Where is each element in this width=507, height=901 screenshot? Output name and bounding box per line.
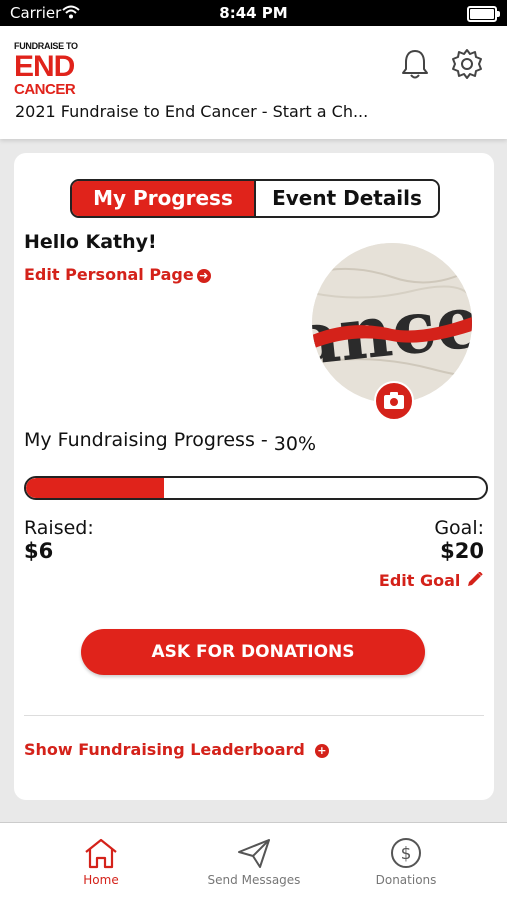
battery-icon: [467, 6, 500, 22]
dollar-icon: $: [391, 838, 421, 868]
tab-send-messages[interactable]: Send Messages: [194, 837, 314, 887]
logo-line-2: END: [14, 50, 75, 83]
tab-donations-label: Donations: [375, 873, 437, 887]
edit-goal-label: Edit Goal: [378, 571, 461, 590]
progress-bar-fill: [26, 478, 164, 498]
goal-label: Goal:: [434, 517, 484, 539]
plus-circle-icon: +: [314, 744, 329, 758]
tab-my-progress[interactable]: My Progress: [72, 181, 254, 216]
edit-personal-page-label: Edit Personal Page: [24, 265, 194, 284]
progress-bar: [24, 476, 488, 500]
camera-button[interactable]: [374, 381, 414, 421]
avatar[interactable]: ancet: [312, 243, 472, 403]
raised-amount: $6: [24, 539, 54, 563]
show-leaderboard-link[interactable]: Show Fundraising Leaderboard +: [24, 740, 329, 759]
svg-text:$: $: [401, 844, 412, 864]
edit-personal-page-link[interactable]: Edit Personal Page ➜: [24, 265, 211, 284]
progress-percent: 30%: [273, 433, 317, 455]
tab-event-details[interactable]: Event Details: [254, 181, 438, 216]
gear-icon[interactable]: [451, 48, 483, 80]
bottom-tab-bar: Home Send Messages $ Donations: [0, 822, 507, 901]
greeting: Hello Kathy!: [24, 231, 157, 253]
progress-title-label: My Fundraising Progress -: [24, 429, 268, 451]
pencil-icon: [468, 571, 483, 586]
tab-home-label: Home: [83, 873, 119, 887]
segmented-control: My Progress Event Details: [70, 179, 440, 218]
status-bar: Carrier 8:44 PM: [0, 0, 507, 26]
avatar-image: ancet: [312, 243, 472, 403]
bell-icon[interactable]: [400, 48, 430, 80]
tab-home[interactable]: Home: [41, 837, 161, 887]
clock: 8:44 PM: [219, 4, 288, 22]
camera-icon: [384, 392, 404, 409]
tab-donations[interactable]: $ Donations: [346, 837, 466, 887]
campaign-title: 2021 Fundraise to End Cancer - Start a C…: [15, 102, 369, 121]
brand-logo: FUNDRAISE TO END CANCER: [14, 42, 78, 98]
fundraising-progress-title: My Fundraising Progress - 30%: [24, 429, 316, 455]
edit-goal-link[interactable]: Edit Goal: [379, 571, 484, 590]
send-icon: [238, 839, 270, 868]
arrow-right-circle-icon: ➜: [196, 269, 211, 283]
app-header: FUNDRAISE TO END CANCER 2021 Fundraise t…: [0, 26, 507, 139]
raised-label: Raised:: [24, 517, 94, 539]
leaderboard-label: Show Fundraising Leaderboard: [24, 740, 305, 759]
home-icon: [85, 838, 117, 869]
tab-send-messages-label: Send Messages: [207, 873, 301, 887]
ask-for-donations-button[interactable]: ASK FOR DONATIONS: [81, 629, 425, 675]
logo-line-3: CANCER: [14, 81, 76, 98]
goal-amount: $20: [440, 539, 484, 563]
divider: [24, 715, 484, 716]
progress-card: My Progress Event Details Hello Kathy! E…: [14, 153, 494, 800]
